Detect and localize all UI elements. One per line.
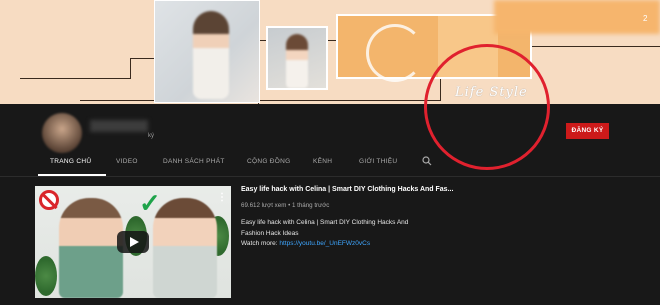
banner-line: [130, 58, 131, 79]
banner-photo-main: [154, 0, 260, 103]
watch-more-line: Watch more: https://youtu.be/_UnEFWz0vCs: [241, 239, 431, 250]
banner-line: [130, 58, 154, 59]
tab-community[interactable]: CỘNG ĐỒNG: [247, 158, 291, 165]
play-button[interactable]: [117, 231, 149, 253]
more-options-icon[interactable]: ⋮: [217, 192, 227, 203]
avatar[interactable]: [42, 113, 82, 153]
plant-decoration: [35, 256, 57, 296]
tab-about[interactable]: GIỚI THIỆU: [359, 158, 397, 165]
banner-photo-small: [266, 26, 328, 90]
tab-videos[interactable]: VIDEO: [116, 158, 138, 165]
subscribe-button[interactable]: ĐĂNG KÝ: [566, 123, 609, 139]
subscriber-count: ký: [148, 133, 154, 139]
tab-channels[interactable]: KÊNH: [313, 158, 332, 165]
view-count: 69.612 lượt xem: [241, 202, 287, 209]
thumbnail-person-left: [59, 198, 123, 298]
tabs-divider: [0, 176, 660, 177]
checkmark-icon: ✓: [139, 188, 161, 218]
banner-corner-text: 2: [643, 14, 648, 23]
banner-line: [80, 100, 440, 101]
tab-playlists[interactable]: DANH SÁCH PHÁT: [163, 158, 225, 165]
search-icon[interactable]: [422, 156, 432, 166]
tab-home[interactable]: TRANG CHỦ: [50, 158, 91, 165]
banner-line: [20, 78, 130, 79]
description-line: Fashion Hack Ideas: [241, 229, 299, 237]
description-line: Easy life hack with Celina | Smart DIY C…: [241, 219, 409, 226]
video-title[interactable]: Easy life hack with Celina | Smart DIY C…: [241, 186, 453, 193]
upload-age: 1 tháng trước: [291, 202, 330, 209]
video-meta: 69.612 lượt xem • 1 tháng trước: [241, 202, 329, 209]
watch-more-label: Watch more:: [241, 240, 280, 247]
channel-banner: 2: [0, 0, 660, 104]
video-description: Easy life hack with Celina | Smart DIY C…: [241, 218, 431, 250]
channel-name-blurred: [90, 120, 148, 132]
annotation-circle: [424, 44, 550, 170]
watch-more-link[interactable]: https://youtu.be/_UnEFWz0vCs: [279, 240, 370, 247]
channel-tabs: TRANG CHỦ VIDEO DANH SÁCH PHÁT CỘNG ĐỒNG…: [0, 152, 660, 176]
banner-blurred-block: [494, 0, 660, 34]
thumbnail-person-right: [153, 198, 217, 298]
prohibited-icon: [39, 190, 59, 210]
video-thumbnail[interactable]: ✓ ⋮: [35, 186, 231, 298]
